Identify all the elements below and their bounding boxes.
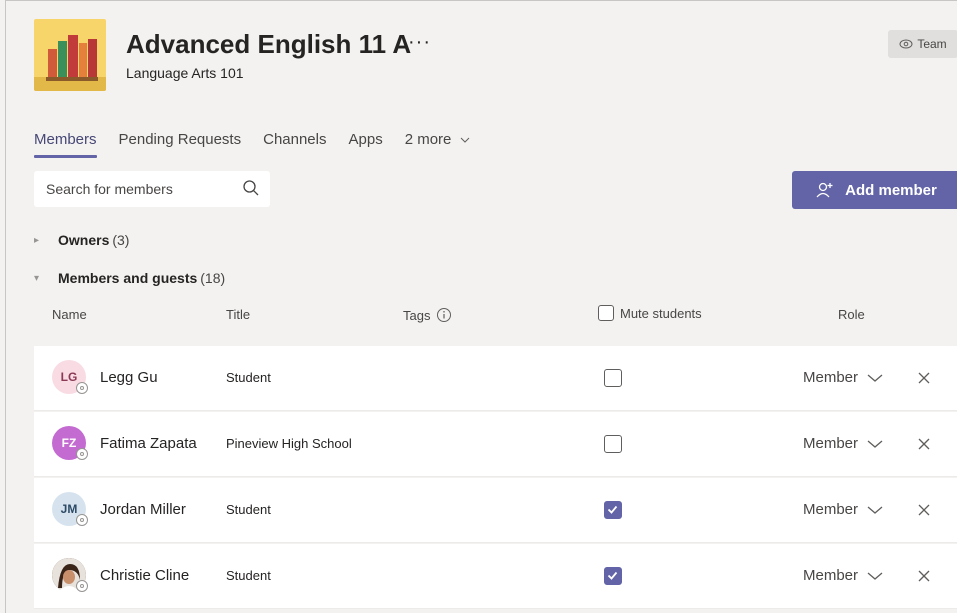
chevron-down-icon <box>460 137 469 143</box>
column-header-role[interactable]: Role <box>838 307 865 322</box>
member-title: Pineview High School <box>226 436 352 451</box>
chevron-down-icon <box>867 440 883 448</box>
mute-checkbox[interactable] <box>604 369 622 387</box>
tab-channels[interactable]: Channels <box>263 131 326 155</box>
tab-members[interactable]: Members <box>34 131 97 158</box>
role-dropdown[interactable]: Member <box>803 435 884 452</box>
column-header-tags: Tags <box>403 307 452 323</box>
chevron-down-icon: ▾ <box>34 272 40 284</box>
remove-member-icon[interactable] <box>914 368 934 388</box>
tab-apps[interactable]: Apps <box>349 131 383 155</box>
owners-label: Owners <box>58 232 110 248</box>
column-header-title[interactable]: Title <box>226 307 250 322</box>
role-label: Member <box>803 369 859 386</box>
team-settings-panel: Advanced English 11 A ··· Language Arts … <box>5 0 957 613</box>
add-member-label: Add member <box>845 181 937 199</box>
table-row[interactable]: JM Jordan Miller Student Member <box>34 478 957 543</box>
presence-status-icon <box>76 382 88 394</box>
avatar-initials: LG <box>60 370 78 384</box>
mute-checkbox[interactable] <box>604 435 622 453</box>
members-section-toggle[interactable]: ▾ Members and guests (18) <box>34 270 225 286</box>
table-row[interactable]: LG Legg Gu Student Member <box>34 346 957 411</box>
remove-member-icon[interactable] <box>914 434 934 454</box>
role-label: Member <box>803 501 859 518</box>
add-member-button[interactable]: Add member <box>792 171 957 209</box>
members-label: Members and guests <box>58 270 198 286</box>
member-title: Student <box>226 370 271 385</box>
tags-label: Tags <box>403 307 431 323</box>
tab-more[interactable]: 2 more <box>405 131 471 155</box>
role-dropdown[interactable]: Member <box>803 567 884 584</box>
mute-students-label: Mute students <box>620 305 702 321</box>
search-icon[interactable] <box>242 179 260 197</box>
mute-checkbox[interactable] <box>604 501 622 519</box>
team-name: Advanced English 11 A <box>126 29 412 59</box>
chevron-down-icon <box>867 572 883 580</box>
member-name: Fatima Zapata <box>100 435 197 452</box>
mute-checkbox[interactable] <box>604 567 622 585</box>
mute-all-checkbox[interactable] <box>598 305 614 321</box>
members-count: (18) <box>200 270 226 286</box>
role-dropdown[interactable]: Member <box>803 369 884 386</box>
remove-member-icon[interactable] <box>914 500 934 520</box>
add-person-icon <box>816 182 833 198</box>
role-label: Member <box>803 567 859 584</box>
chevron-down-icon <box>867 374 883 382</box>
avatar-initials: FZ <box>61 436 77 450</box>
role-dropdown[interactable]: Member <box>803 501 884 518</box>
team-visibility-label: Team <box>917 37 947 51</box>
column-header-mute: Mute students <box>598 305 702 321</box>
presence-status-icon <box>76 514 88 526</box>
more-options-button[interactable]: ··· <box>408 31 431 54</box>
member-title: Student <box>226 502 271 517</box>
member-name: Jordan Miller <box>100 501 186 518</box>
presence-status-icon <box>76 580 88 592</box>
avatar-initials: JM <box>60 502 78 516</box>
owners-count: (3) <box>112 232 130 248</box>
team-visibility-badge: Team <box>888 30 957 58</box>
checkmark-icon <box>607 571 618 580</box>
remove-member-icon[interactable] <box>914 566 934 586</box>
owners-section-toggle[interactable]: ▸ Owners (3) <box>34 232 129 248</box>
tab-more-label: 2 more <box>404 131 452 148</box>
role-label: Member <box>803 435 859 452</box>
tab-bar: Members Pending Requests Channels Apps 2… <box>34 131 493 158</box>
tab-pending-requests[interactable]: Pending Requests <box>119 131 242 155</box>
member-search <box>34 171 270 207</box>
presence-status-icon <box>76 448 88 460</box>
search-input[interactable] <box>34 180 238 198</box>
table-row[interactable]: Christie Cline Student Member <box>34 544 957 609</box>
eye-icon <box>899 39 913 49</box>
chevron-down-icon <box>867 506 883 514</box>
team-subtitle: Language Arts 101 <box>126 65 244 81</box>
checkmark-icon <box>607 505 618 514</box>
team-logo <box>34 19 106 91</box>
info-icon[interactable] <box>436 307 452 323</box>
member-title: Student <box>226 568 271 583</box>
member-name: Legg Gu <box>100 369 158 386</box>
chevron-right-icon: ▸ <box>34 234 40 246</box>
table-row[interactable]: FZ Fatima Zapata Pineview High School Me… <box>34 412 957 477</box>
column-header-name[interactable]: Name <box>52 307 87 322</box>
member-name: Christie Cline <box>100 567 190 584</box>
